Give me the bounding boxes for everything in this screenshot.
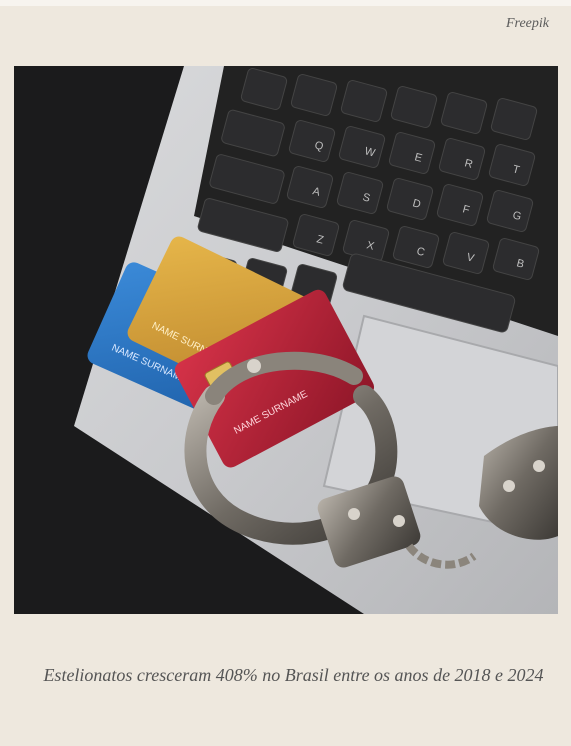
photo-credit: Freepik — [505, 16, 549, 31]
top-border — [0, 0, 571, 6]
photo-illustration: Q W E R T A S D F G Z X C V B NAME SURNA… — [14, 66, 558, 614]
photo-caption: Estelionatos cresceram 408% no Brasil en… — [43, 665, 544, 685]
article-photo: Q W E R T A S D F G Z X C V B NAME SURNA… — [14, 66, 558, 614]
image-card: Freepik Q W E R T A S D F G Z X C V B NA… — [0, 0, 571, 746]
